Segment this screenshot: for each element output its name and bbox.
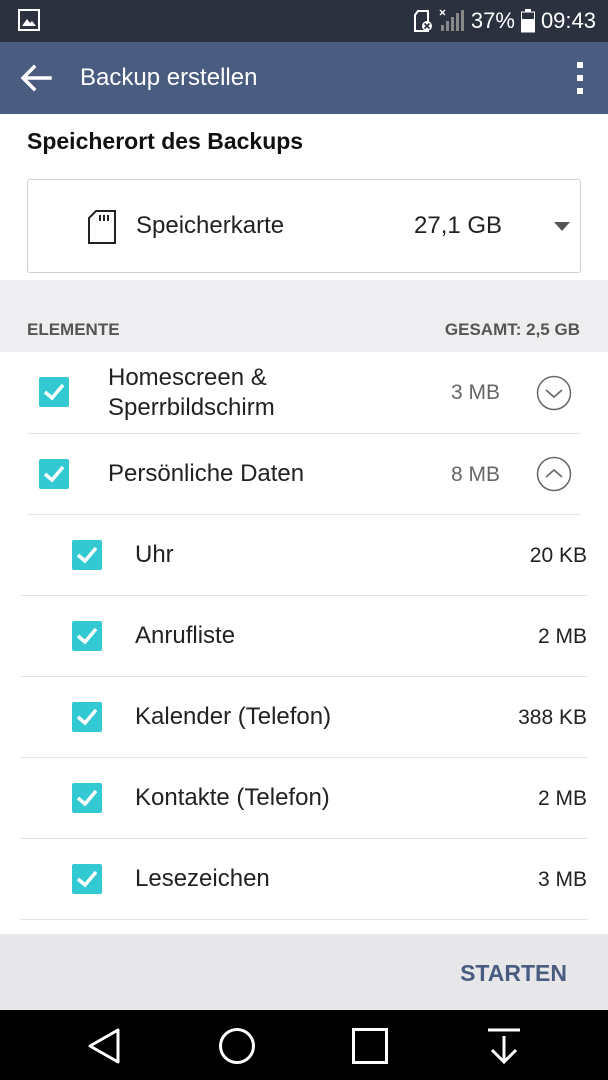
checkbox-kontakte[interactable]	[72, 783, 102, 813]
checkbox-homescreen[interactable]	[39, 377, 69, 407]
system-nav-bar	[0, 1010, 608, 1080]
divider	[20, 919, 588, 920]
nav-notification-pull-icon[interactable]	[484, 1026, 524, 1066]
list-item-size: 2 MB	[537, 625, 587, 648]
sd-card-blocked-icon	[413, 10, 432, 32]
check-icon	[76, 870, 98, 888]
battery-icon	[520, 9, 535, 33]
list-item-size: 3 MB	[450, 381, 500, 404]
back-arrow-icon[interactable]	[18, 60, 54, 96]
check-icon	[43, 383, 65, 401]
bottom-action-bar: STARTEN	[0, 934, 608, 1010]
collapse-chevron-up-icon[interactable]	[536, 456, 572, 492]
list-item-uhr[interactable]: Uhr 20 KB	[0, 515, 608, 595]
list-item-label: Anrufliste	[135, 622, 236, 649]
storage-section-title: Speicherort des Backups	[27, 128, 304, 154]
list-item-size: 20 KB	[529, 544, 587, 567]
sd-card-icon	[88, 210, 116, 244]
checkbox-lesezeichen[interactable]	[72, 864, 102, 894]
nav-back-icon[interactable]	[84, 1026, 124, 1066]
nav-home-icon[interactable]	[217, 1026, 257, 1066]
checkbox-uhr[interactable]	[72, 540, 102, 570]
image-notification-icon	[18, 9, 40, 31]
elements-header: ELEMENTE GESAMT: 2,5 GB	[0, 280, 608, 352]
list-item-size: 388 KB	[518, 706, 587, 729]
list-item-label: Homescreen & Sperrbildschirm	[108, 364, 275, 421]
elements-total: GESAMT: 2,5 GB	[444, 320, 580, 339]
list-item-label: Kontakte (Telefon)	[135, 784, 330, 811]
check-icon	[76, 627, 98, 645]
clock: 09:43	[540, 8, 596, 33]
start-button[interactable]: STARTEN	[460, 934, 567, 1012]
signal-icon	[439, 9, 464, 31]
check-icon	[43, 465, 65, 483]
list-item-homescreen[interactable]: Homescreen & Sperrbildschirm 3 MB	[0, 353, 608, 433]
list-item-size: 2 MB	[537, 787, 587, 810]
more-options-icon[interactable]	[574, 60, 586, 96]
list-item-lesezeichen[interactable]: Lesezeichen 3 MB	[0, 839, 608, 919]
nav-recents-icon[interactable]	[350, 1026, 390, 1066]
list-item-label: Uhr	[135, 541, 174, 568]
elements-label: ELEMENTE	[27, 320, 120, 339]
battery-percent: 37%	[470, 8, 515, 33]
storage-location-dropdown[interactable]: Speicherkarte 27,1 GB	[27, 179, 581, 273]
app-bar: Backup erstellen	[0, 42, 608, 114]
list-item-label: Persönliche Daten	[108, 460, 305, 487]
storage-free-space: 27,1 GB	[414, 212, 503, 239]
dropdown-caret-icon	[554, 222, 570, 231]
list-item-kalender[interactable]: Kalender (Telefon) 388 KB	[0, 677, 608, 757]
list-item-anrufliste[interactable]: Anrufliste 2 MB	[0, 596, 608, 676]
list-item-label: Lesezeichen	[135, 865, 270, 892]
list-item-size: 8 MB	[450, 463, 500, 486]
list-item-personal-data[interactable]: Persönliche Daten 8 MB	[0, 434, 608, 514]
checkbox-personal-data[interactable]	[39, 459, 69, 489]
checkbox-anrufliste[interactable]	[72, 621, 102, 651]
storage-location-name: Speicherkarte	[136, 212, 285, 239]
check-icon	[76, 789, 98, 807]
list-item-kontakte[interactable]: Kontakte (Telefon) 2 MB	[0, 758, 608, 838]
checkbox-kalender[interactable]	[72, 702, 102, 732]
status-bar: 37% 09:43	[0, 0, 608, 42]
check-icon	[76, 708, 98, 726]
list-item-label: Kalender (Telefon)	[135, 703, 332, 730]
expand-chevron-down-icon[interactable]	[536, 375, 572, 411]
check-icon	[76, 546, 98, 564]
list-item-size: 3 MB	[537, 868, 587, 891]
page-title: Backup erstellen	[80, 64, 258, 91]
